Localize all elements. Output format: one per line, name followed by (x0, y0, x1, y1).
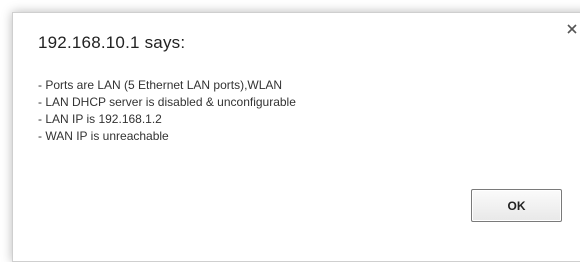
dialog-title: 192.168.10.1 says: (38, 33, 186, 52)
alert-dialog: 192.168.10.1 says: - Ports are LAN (5 Et… (12, 12, 580, 262)
message-line: - LAN DHCP server is disabled & unconfig… (38, 95, 296, 109)
dialog-message: - Ports are LAN (5 Ethernet LAN ports),W… (38, 77, 296, 145)
message-line: - WAN IP is unreachable (38, 129, 169, 143)
message-line: - Ports are LAN (5 Ethernet LAN ports),W… (38, 78, 283, 92)
close-icon[interactable] (565, 22, 579, 36)
message-line: - LAN IP is 192.168.1.2 (38, 112, 162, 126)
ok-button[interactable]: OK (471, 189, 562, 222)
